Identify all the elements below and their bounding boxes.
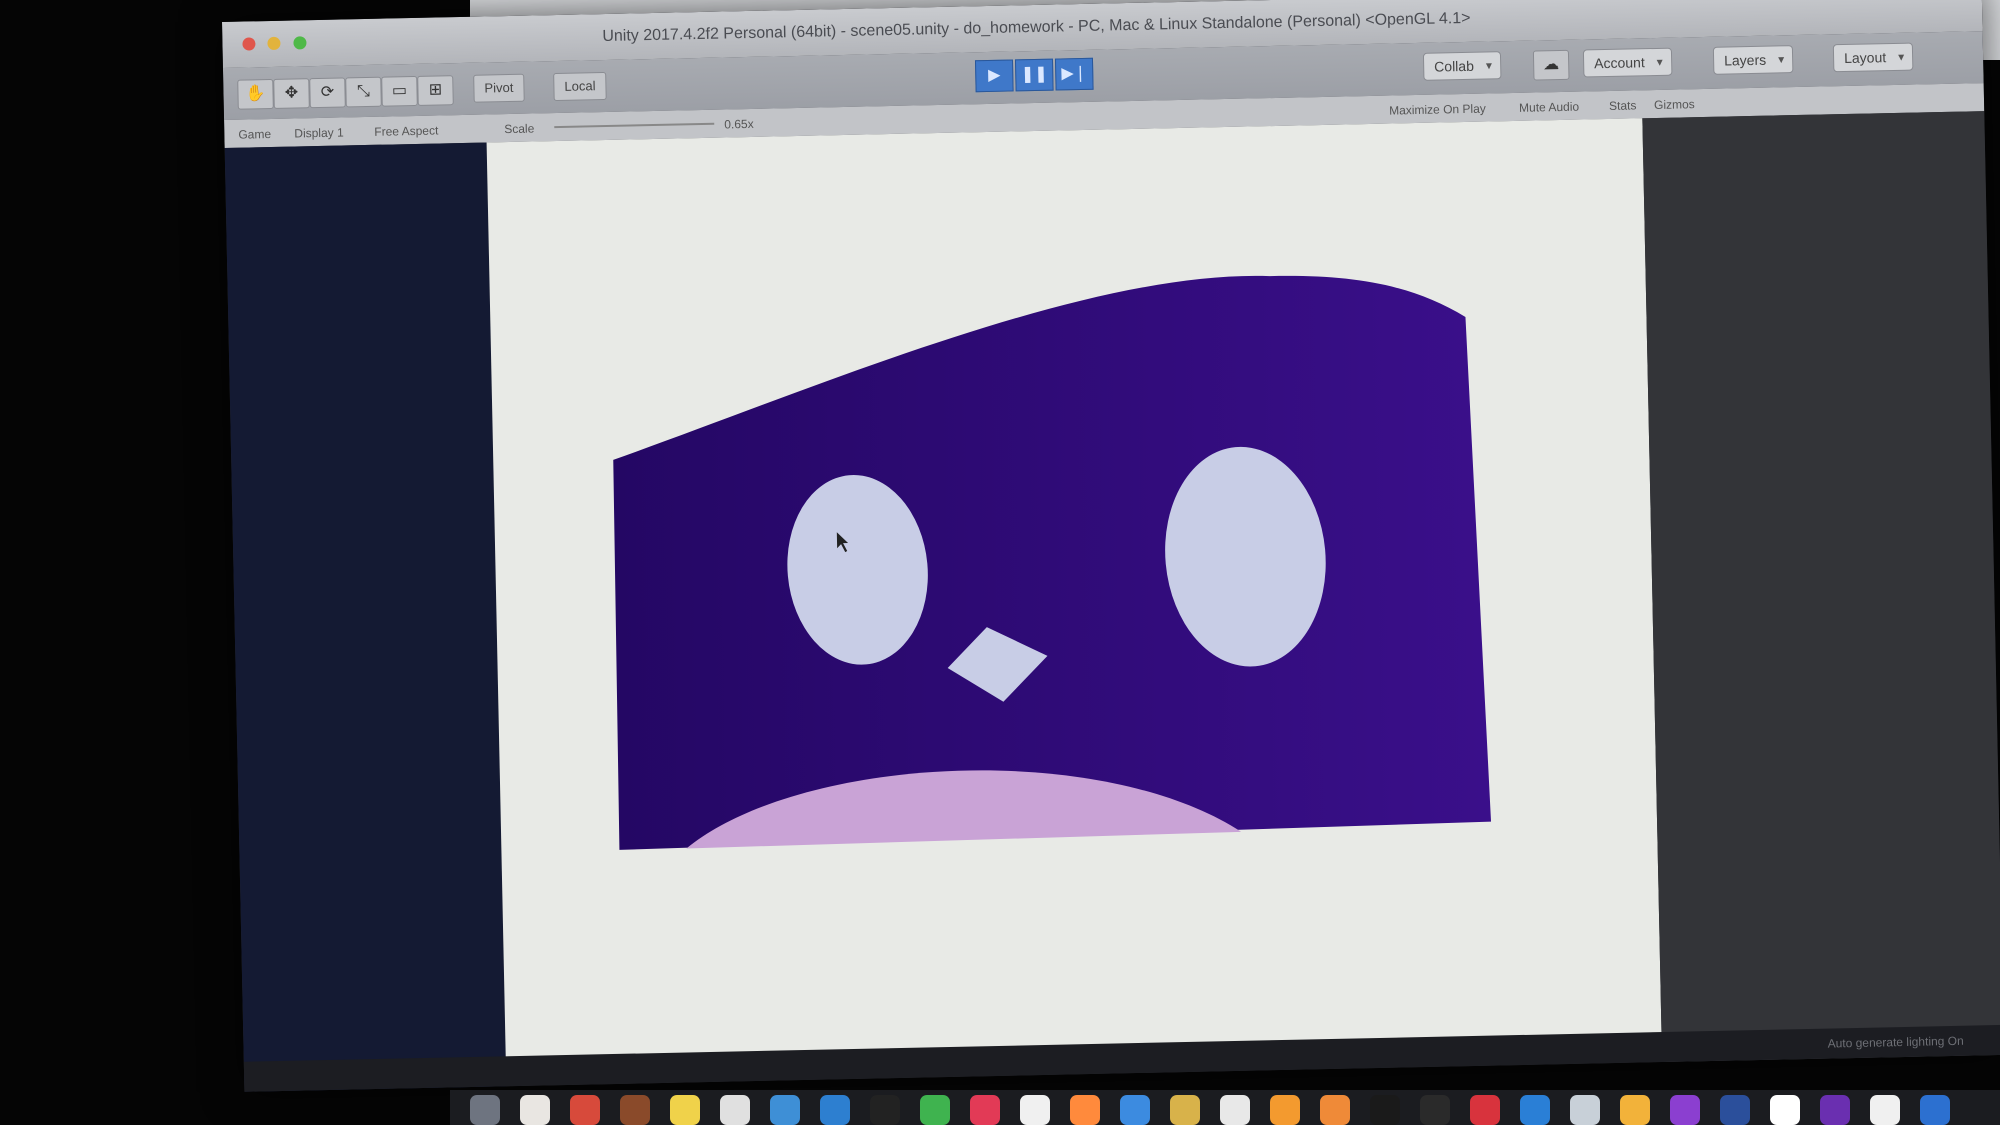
rect-tool-button[interactable]: ▭ [381,75,418,107]
layout-dropdown[interactable]: Layout [1832,42,1914,73]
game-view[interactable] [486,118,1663,1083]
cloud-icon: ☁ [1543,56,1560,74]
cloud-button[interactable]: ☁ [1532,49,1570,81]
aspect-dropdown[interactable]: Free Aspect [374,123,438,138]
dock-app-icon[interactable] [1720,1095,1750,1125]
dock-app-icon[interactable] [570,1095,600,1125]
stats-toggle[interactable]: Stats [1609,98,1637,113]
pause-button[interactable]: ❚❚ [1014,58,1054,92]
zoom-window-button[interactable] [293,36,307,50]
window-title: Unity 2017.4.2f2 Personal (64bit) - scen… [602,9,1471,46]
rotate-tool-button[interactable]: ⟳ [309,77,346,109]
rotate-icon: ⟳ [320,83,335,101]
unity-editor-window: Unity 2017.4.2f2 Personal (64bit) - scen… [222,0,2000,1092]
play-button[interactable]: ▶ [974,59,1014,93]
dock-app-icon[interactable] [1920,1095,1950,1125]
dock-app-icon[interactable] [1820,1095,1850,1125]
hand-icon: ✋ [245,85,266,103]
game-render [613,275,1492,850]
dock-app-icon[interactable] [1120,1095,1150,1125]
move-tool-button[interactable]: ✥ [273,78,310,109]
scale-label: Scale [504,121,535,137]
mute-audio-toggle[interactable]: Mute Audio [1519,100,1579,115]
dock-app-icon[interactable] [1070,1095,1100,1125]
dock-app-icon[interactable] [1770,1095,1800,1125]
window-controls [242,36,314,56]
penguin-body [613,275,1492,850]
dock-app-icon[interactable] [1470,1095,1500,1125]
dock-app-icon[interactable] [1620,1095,1650,1125]
dock-app-icon[interactable] [1870,1095,1900,1125]
space-toggle[interactable]: Local [553,71,607,102]
scale-slider[interactable] [554,122,715,129]
hand-tool-button[interactable]: ✋ [237,78,274,110]
dock-app-icon[interactable] [670,1095,700,1125]
maximize-on-play-toggle[interactable]: Maximize On Play [1389,102,1486,118]
hierarchy-panel [224,142,507,1092]
status-message: Auto generate lighting On [1827,1033,1964,1051]
dock-app-icon[interactable] [1320,1095,1350,1125]
dock-app-icon[interactable] [1170,1095,1200,1125]
dock-app-icon[interactable] [1270,1095,1300,1125]
dock-app-icon[interactable] [920,1095,950,1125]
rect-icon: ▭ [391,82,408,100]
inspector-panel [1642,111,2000,1069]
display-dropdown[interactable]: Display 1 [294,125,344,140]
step-button[interactable]: ▶❘ [1054,57,1094,91]
scale-value: 0.65x [724,116,754,132]
minimize-window-button[interactable] [267,36,282,51]
account-dropdown[interactable]: Account [1582,47,1673,78]
dock-app-icon[interactable] [1420,1095,1450,1125]
dock-app-icon[interactable] [1520,1095,1550,1125]
dock-app-icon[interactable] [1020,1095,1050,1125]
dock-app-icon[interactable] [520,1095,550,1125]
gizmos-dropdown[interactable]: Gizmos [1654,97,1695,112]
collab-dropdown[interactable]: Collab [1422,51,1502,81]
layers-dropdown[interactable]: Layers [1712,45,1794,75]
scale-icon: ⤡ [356,82,371,101]
dock-app-icon[interactable] [1370,1095,1400,1125]
move-icon: ✥ [284,84,299,102]
dock-app-icon[interactable] [970,1095,1000,1125]
dock-app-icon[interactable] [1570,1095,1600,1125]
scale-tool-button[interactable]: ⤡ [345,76,382,108]
macos-dock [450,1090,2000,1125]
game-tab[interactable]: Game [238,127,271,142]
dock-app-icon[interactable] [720,1095,750,1125]
close-window-button[interactable] [242,37,256,51]
step-icon: ▶❘ [1061,64,1088,83]
dock-app-icon[interactable] [870,1095,900,1125]
dock-app-icon[interactable] [770,1095,800,1125]
dock-app-icon[interactable] [470,1095,500,1125]
dock-app-icon[interactable] [1670,1095,1700,1125]
dock-app-icon[interactable] [820,1095,850,1125]
play-icon: ▶ [987,66,1001,84]
pivot-toggle[interactable]: Pivot [473,73,525,103]
transform-icon: ⊞ [428,81,443,99]
pause-icon: ❚❚ [1020,65,1048,84]
dock-app-icon[interactable] [620,1095,650,1125]
dock-app-icon[interactable] [1220,1095,1250,1125]
transform-tool-button[interactable]: ⊞ [417,75,454,106]
